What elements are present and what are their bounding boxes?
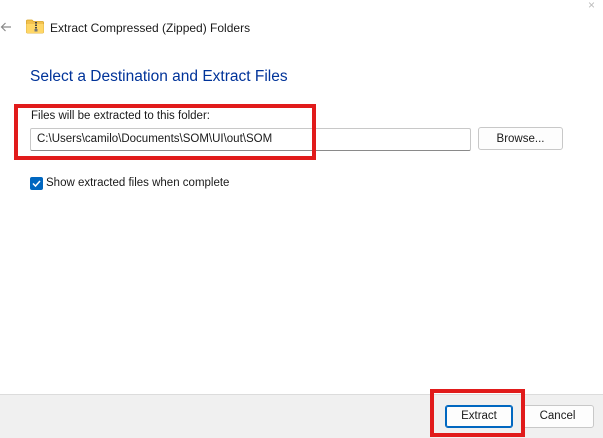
zip-folder-icon bbox=[26, 19, 44, 34]
window-title: Extract Compressed (Zipped) Folders bbox=[50, 21, 251, 35]
destination-label: Files will be extracted to this folder: bbox=[31, 110, 210, 122]
extract-dialog: Extract Compressed (Zipped) Folders × Se… bbox=[0, 0, 603, 438]
extract-button[interactable]: Extract bbox=[445, 405, 513, 428]
browse-button[interactable]: Browse... bbox=[478, 127, 563, 150]
checkmark-icon bbox=[32, 180, 41, 188]
dialog-footer: Extract Cancel bbox=[0, 394, 603, 438]
destination-path-input[interactable]: C:\Users\camilo\Documents\SOM\UI\out\SOM bbox=[30, 128, 471, 151]
show-files-checkbox[interactable] bbox=[30, 177, 43, 190]
close-button[interactable]: × bbox=[588, 0, 595, 12]
arrow-left-icon bbox=[0, 22, 11, 32]
cancel-button[interactable]: Cancel bbox=[521, 405, 594, 428]
page-heading: Select a Destination and Extract Files bbox=[30, 68, 288, 85]
title-bar: Extract Compressed (Zipped) Folders × bbox=[0, 0, 603, 52]
back-button[interactable] bbox=[0, 18, 14, 38]
show-files-label: Show extracted files when complete bbox=[46, 177, 230, 189]
